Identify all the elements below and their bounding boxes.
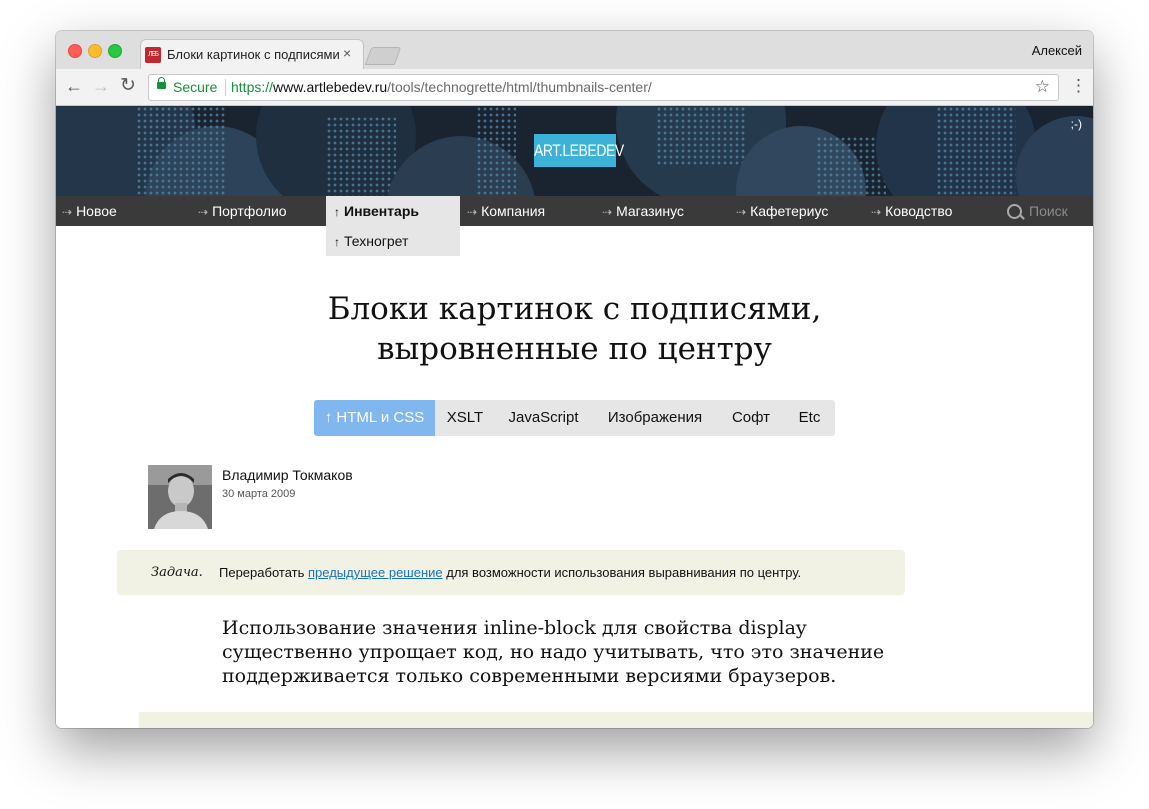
author-avatar[interactable] xyxy=(148,465,212,529)
arrow-icon: ⇢ xyxy=(467,205,478,219)
nav-item-inventory[interactable]: ↑ Инвентарь xyxy=(326,196,460,226)
back-arrow-icon[interactable]: ← xyxy=(65,76,83,96)
browser-toolbar: ← → ↻ Secure https://www.artlebedev.ru/t… xyxy=(56,69,1093,106)
banner-pattern xyxy=(136,106,226,196)
url-host: www.artlebedev.ru xyxy=(273,79,388,95)
previous-solution-link[interactable]: предыдущее решение xyxy=(308,565,443,580)
title-bar: ЛЕБ Блоки картинок с подписями × Алексей xyxy=(56,31,1093,71)
tab-close-icon[interactable]: × xyxy=(343,45,351,61)
arrow-icon: ⇢ xyxy=(62,205,73,219)
task-text-after: для возможности использования выравниван… xyxy=(442,565,802,580)
banner-pattern xyxy=(936,106,1016,196)
nav-item-cafe[interactable]: ⇢ Кафетериус xyxy=(736,196,828,226)
tab-xslt[interactable]: XSLT xyxy=(435,400,495,436)
browser-window: ЛЕБ Блоки картинок с подписями × Алексей… xyxy=(56,31,1093,728)
tab-javascript[interactable]: JavaScript xyxy=(495,400,592,436)
task-text: Переработать предыдущее решение для возм… xyxy=(219,565,801,580)
task-label: Задача. xyxy=(151,565,203,580)
page-title: Блоки картинок с подписями, выровненные п… xyxy=(56,289,1093,369)
banner-pattern xyxy=(476,106,516,196)
zoom-window-button[interactable] xyxy=(108,44,122,58)
publish-date: 30 марта 2009 xyxy=(222,488,296,500)
banner-pattern xyxy=(656,106,746,166)
nav-label: Портфолио xyxy=(212,203,287,219)
main-nav: ⇢ Новое ⇢ Портфолио ↑ Инвентарь ⇢ Компания ⇢… xyxy=(56,196,1093,226)
arrow-icon: ⇢ xyxy=(602,205,613,219)
favicon-icon: ЛЕБ xyxy=(145,47,161,63)
close-window-button[interactable] xyxy=(68,44,82,58)
avatar-photo xyxy=(148,465,212,529)
up-arrow-icon: ↑ xyxy=(334,205,340,219)
nav-label: Магазинус xyxy=(616,203,684,219)
task-text-before: Переработать xyxy=(219,565,308,580)
section-tabs: ↑ HTML и CSS XSLT JavaScript Изображения… xyxy=(314,400,835,436)
title-line-1: Блоки картинок с подписями, xyxy=(327,291,822,327)
browser-tab[interactable]: ЛЕБ Блоки картинок с подписями × xyxy=(140,39,364,71)
nav-label: Ководство xyxy=(885,203,953,219)
banner-pattern xyxy=(326,116,396,196)
site-banner: ART.LEBEDEV ;-) xyxy=(56,106,1093,196)
nav-label: Кафетериус xyxy=(750,203,829,219)
forward-arrow-icon[interactable]: → xyxy=(92,76,110,96)
url-path: /tools/technogrette/html/thumbnails-cent… xyxy=(387,79,652,95)
search-icon xyxy=(1007,204,1022,219)
tab-images[interactable]: Изображения xyxy=(592,400,718,436)
smiley-link[interactable]: ;-) xyxy=(1071,117,1082,131)
tab-html-css[interactable]: ↑ HTML и CSS xyxy=(314,400,435,436)
nav-label: Новое xyxy=(76,203,117,219)
author-name[interactable]: Владимир Токмаков xyxy=(222,467,353,483)
arrow-icon: ⇢ xyxy=(736,205,747,219)
new-tab-button[interactable] xyxy=(364,47,402,65)
profile-name[interactable]: Алексей xyxy=(1032,43,1082,58)
nav-label: Инвентарь xyxy=(344,203,419,219)
address-bar[interactable]: Secure https://www.artlebedev.ru/tools/t… xyxy=(148,74,1059,101)
url-scheme: https:// xyxy=(231,79,274,95)
menu-icon[interactable]: ⋮ xyxy=(1070,76,1087,96)
site-logo[interactable]: ART.LEBEDEV xyxy=(534,134,624,167)
tab-title: Блоки картинок с подписями xyxy=(167,47,339,62)
tab-etc[interactable]: Etc xyxy=(784,400,835,436)
nav-item-novoe[interactable]: ⇢ Новое xyxy=(62,196,117,226)
arrow-icon: ⇢ xyxy=(871,205,882,219)
nav-item-company[interactable]: ⇢ Компания xyxy=(467,196,545,226)
title-line-2: выровненные по центру xyxy=(377,331,772,367)
address-divider xyxy=(225,79,226,96)
lock-icon xyxy=(157,77,166,89)
tab-soft[interactable]: Софт xyxy=(718,400,784,436)
nav-item-shop[interactable]: ⇢ Магазинус xyxy=(602,196,684,226)
task-box: Задача. Переработать предыдущее решение … xyxy=(117,550,905,595)
nav-item-guide[interactable]: ⇢ Ководство xyxy=(871,196,952,226)
intro-paragraph: Использование значения inline-block для … xyxy=(222,617,885,687)
nav-label: Компания xyxy=(481,203,546,219)
subnav-label: Техногрет xyxy=(344,233,409,249)
code-example-block xyxy=(139,712,1093,728)
secure-label: Secure xyxy=(173,79,218,95)
arrow-icon: ⇢ xyxy=(198,205,209,219)
subnav-item-technogrette[interactable]: ↑ Техногрет xyxy=(326,226,460,256)
web-page: ART.LEBEDEV ;-) ⇢ Новое ⇢ Портфолио ↑ Инвен… xyxy=(56,106,1093,728)
up-arrow-icon: ↑ xyxy=(334,235,340,249)
minimize-window-button[interactable] xyxy=(88,44,102,58)
search-label: Поиск xyxy=(1029,203,1068,219)
nav-item-portfolio[interactable]: ⇢ Портфолио xyxy=(198,196,287,226)
url-text[interactable]: https://www.artlebedev.ru/tools/technogr… xyxy=(231,79,652,95)
star-icon[interactable]: ☆ xyxy=(1035,77,1050,97)
reload-icon[interactable]: ↻ xyxy=(120,76,136,96)
